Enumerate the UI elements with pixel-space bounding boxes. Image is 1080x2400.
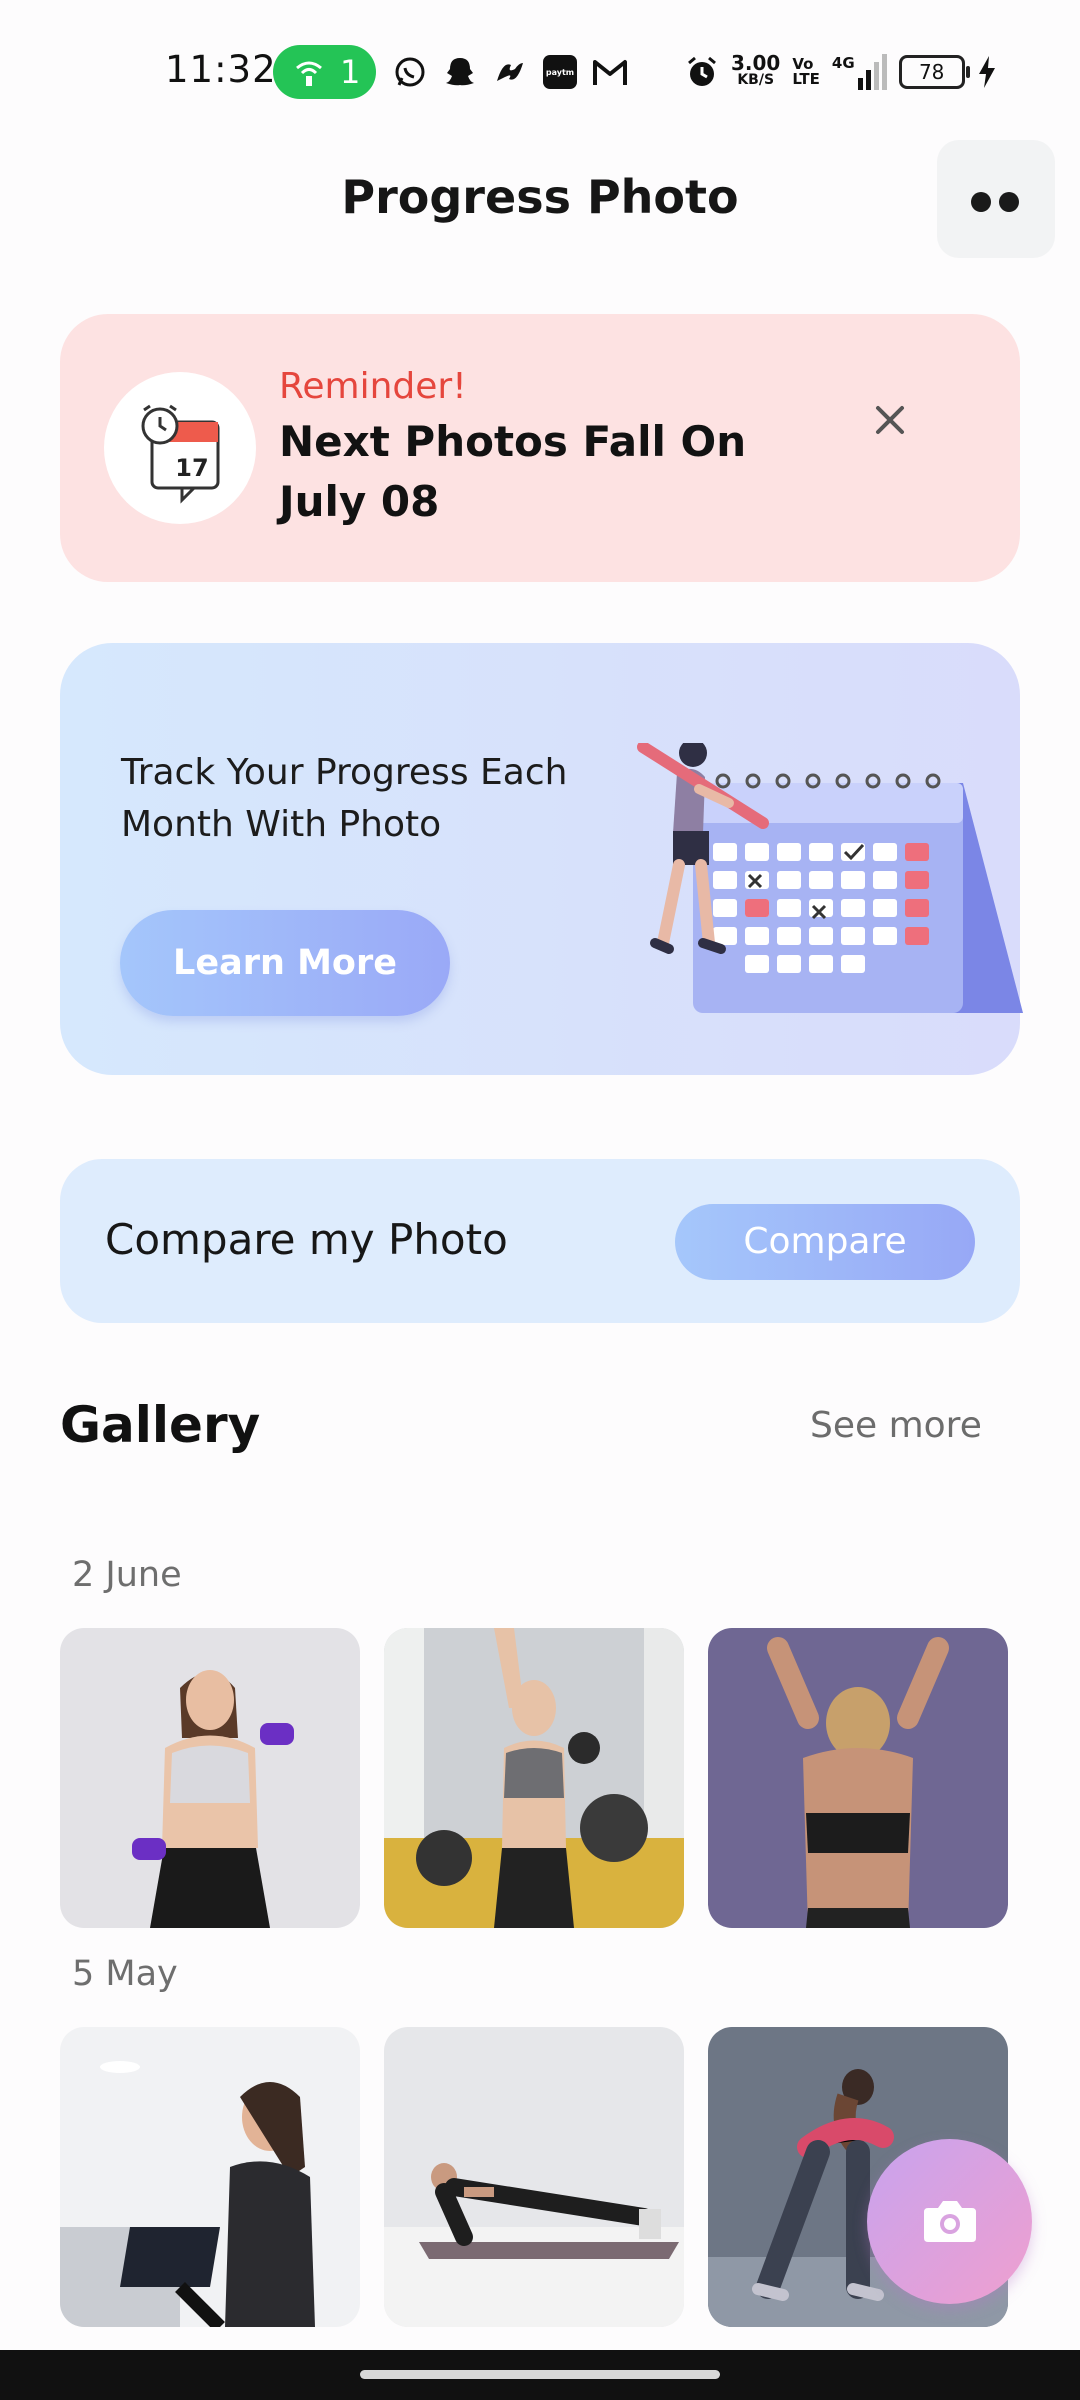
calendar-day: 17: [175, 454, 208, 482]
hotspot-pill: 1: [273, 45, 376, 99]
paytm-icon: paytm: [542, 54, 578, 90]
compare-label: Compare my Photo: [105, 1215, 508, 1264]
page-title: Progress Photo: [341, 170, 739, 224]
banner-text: Track Your Progress Each Month With Phot…: [121, 752, 568, 845]
speed-unit: KB/S: [737, 72, 775, 88]
progress-banner: Track Your Progress Each Month With Phot…: [60, 643, 1023, 1075]
calendar-alarm-icon: 17: [104, 372, 256, 524]
woman-lifting-dumbbell-gym-photo[interactable]: [384, 1628, 684, 1928]
gallery-title: Gallery: [60, 1396, 261, 1454]
hotspot-count: 1: [340, 53, 361, 91]
notification-icons: paytm: [392, 52, 628, 92]
compare-card: Compare my Photo Compare: [60, 1159, 1020, 1323]
reminder-card: 17 Reminder! Next Photos Fall On July 08: [60, 314, 1020, 582]
signal-icon: 4G: [832, 54, 887, 90]
home-gesture-handle[interactable]: [360, 2370, 720, 2379]
volte-indicator: Vo LTE: [792, 57, 820, 87]
charging-icon: [978, 56, 995, 88]
volte-bottom: LTE: [792, 70, 820, 88]
menu-dot: [999, 192, 1019, 212]
system-indicators: 3.00 KB/S Vo LTE 4G 78: [685, 48, 997, 96]
learn-more-button[interactable]: Learn More: [120, 910, 450, 1016]
gallery-date: 2 June: [72, 1555, 182, 1595]
reminder-label: Reminder!: [279, 366, 467, 407]
network-type: 4G: [831, 54, 855, 72]
compare-button[interactable]: Compare: [675, 1204, 975, 1280]
speed-value: 3.00: [731, 51, 781, 75]
gallery-date: 5 May: [72, 1954, 178, 1994]
camera-button[interactable]: [867, 2139, 1032, 2304]
battery-level: 78: [918, 60, 945, 84]
alarm-icon: [688, 56, 716, 86]
woman-with-dumbbells-photo[interactable]: [60, 1628, 360, 1928]
reminder-text: Next Photos Fall On July 08: [279, 417, 747, 526]
snapchat-icon: [442, 54, 478, 90]
gmail-icon: [592, 54, 628, 90]
woman-back-view-photo[interactable]: [708, 1628, 1008, 1928]
app-icon: [492, 54, 528, 90]
more-options-button[interactable]: [937, 140, 1055, 258]
two-dots-menu-icon: [971, 192, 991, 212]
status-bar: 11:32 1 paytm 3.00 KB/S Vo LTE 4G 78: [0, 0, 1080, 130]
svg-text:paytm: paytm: [546, 68, 574, 77]
network-speed: 3.00 KB/S: [731, 51, 781, 89]
status-time: 11:32: [165, 48, 277, 91]
woman-on-exercise-bike-photo[interactable]: [60, 2027, 360, 2327]
woman-plank-photo[interactable]: [384, 2027, 684, 2327]
hotspot-icon: [296, 61, 322, 86]
calendar-illustration: [637, 743, 1023, 1013]
close-icon[interactable]: [868, 398, 912, 442]
battery-indicator: 78: [898, 55, 970, 89]
whatsapp-icon: [392, 54, 428, 90]
see-more-link[interactable]: See more: [810, 1405, 982, 1446]
camera-icon: [924, 2201, 976, 2242]
